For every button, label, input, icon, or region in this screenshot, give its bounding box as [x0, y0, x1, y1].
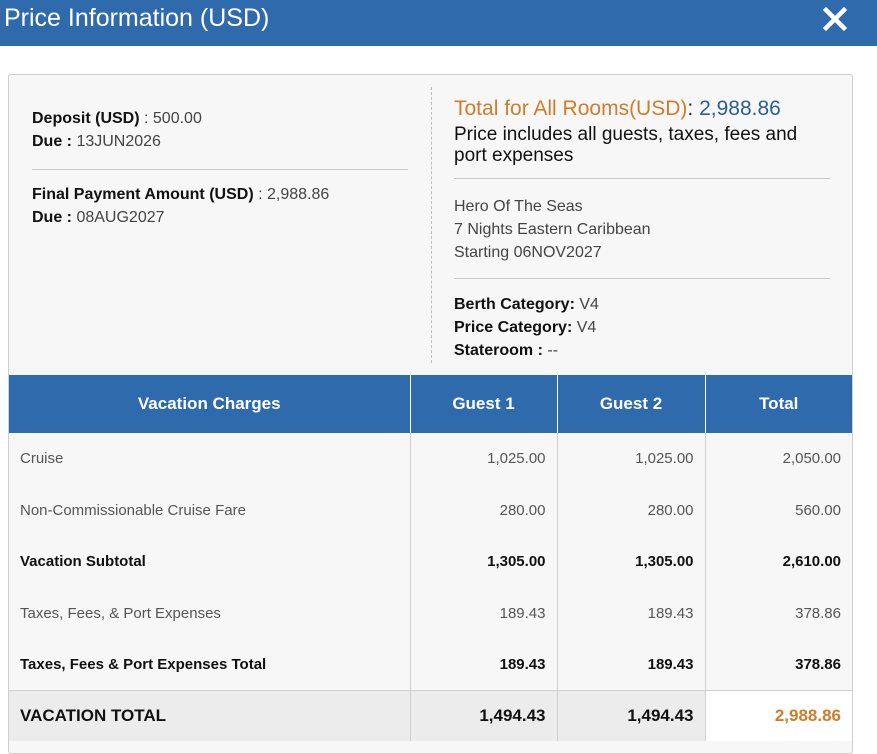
deposit-value: : 500.00	[144, 110, 202, 127]
close-button[interactable]	[818, 2, 852, 36]
row-total: 2,050.00	[705, 433, 852, 485]
final-payment-label: Final Payment Amount (USD)	[32, 186, 254, 203]
price-category: Price Category: V4	[454, 316, 830, 339]
stateroom-value: --	[547, 342, 559, 359]
table-header-row: Vacation Charges Guest 1 Guest 2 Total	[9, 375, 852, 433]
guest-1-amount: 189.43	[410, 587, 558, 639]
column-header-total: Total	[705, 375, 852, 433]
guest-2-total: 1,494.43	[557, 690, 706, 741]
table-row: Taxes, Fees & Port Expenses Total 189.43…	[9, 639, 852, 691]
total-all-rooms-value: 2,988.86	[699, 97, 781, 120]
stateroom: Stateroom : --	[454, 339, 830, 362]
guest-2-amount: 1,305.00	[557, 536, 706, 588]
total-colon: :	[687, 97, 694, 120]
ship-name: Hero Of The Seas	[454, 198, 583, 215]
guest-1-amount: 280.00	[410, 484, 558, 536]
vacation-total-row: VACATION TOTAL 1,494.43 1,494.43 2,988.8…	[9, 690, 852, 741]
table-row: Cruise 1,025.00 1,025.00 2,050.00	[9, 433, 852, 485]
guest-1-amount: 1,305.00	[410, 536, 558, 588]
row-total: 378.86	[705, 587, 852, 639]
table-row: Taxes, Fees, & Port Expenses 189.43 189.…	[9, 587, 852, 639]
payment-schedule: Deposit (USD) : 500.00 Due : 13JUN2026 F…	[32, 107, 408, 229]
divider	[454, 278, 830, 279]
berth-category: Berth Category: V4	[454, 293, 830, 316]
final-due-line: Due : 08AUG2027	[32, 206, 408, 229]
table-row: Non-Commissionable Cruise Fare 280.00 28…	[9, 484, 852, 536]
row-label: Taxes, Fees, & Port Expenses	[9, 587, 411, 639]
divider	[454, 178, 830, 179]
deposit-line: Deposit (USD) : 500.00	[32, 107, 408, 130]
guest-2-amount: 1,025.00	[557, 433, 706, 485]
stateroom-label: Stateroom :	[454, 342, 543, 359]
price-category-value: V4	[576, 319, 597, 336]
close-icon	[822, 6, 848, 32]
final-due-label: Due :	[32, 209, 72, 226]
row-total: 2,610.00	[705, 536, 852, 588]
berth-category-value: V4	[579, 296, 599, 313]
final-payment-line: Final Payment Amount (USD) : 2,988.86	[32, 183, 408, 206]
vacation-total-label: VACATION TOTAL	[9, 690, 411, 741]
row-label: Taxes, Fees & Port Expenses Total	[9, 639, 411, 691]
row-label: Cruise	[9, 433, 411, 485]
deposit-due-value: 13JUN2026	[76, 133, 161, 150]
guest-2-amount: 189.43	[557, 587, 706, 639]
price-includes-note: Price includes all guests, taxes, fees a…	[454, 124, 798, 166]
final-payment-value: : 2,988.86	[258, 186, 330, 203]
dialog-header: Price Information (USD)	[0, 0, 877, 46]
guest-1-total: 1,494.43	[410, 690, 558, 741]
final-due-value: 08AUG2027	[76, 209, 165, 226]
price-category-label: Price Category:	[454, 319, 573, 336]
berth-category-label: Berth Category:	[454, 296, 575, 313]
guest-1-amount: 1,025.00	[410, 433, 558, 485]
column-header-guest-1: Guest 1	[410, 375, 558, 433]
guest-2-amount: 280.00	[557, 484, 706, 536]
total-all-rooms-label: Total for All Rooms(USD)	[454, 97, 688, 120]
divider	[32, 169, 408, 170]
price-panel: Deposit (USD) : 500.00 Due : 13JUN2026 F…	[8, 74, 853, 754]
sail-date: Starting 06NOV2027	[454, 244, 602, 261]
row-total: 560.00	[705, 484, 852, 536]
vacation-charges-table: Vacation Charges Guest 1 Guest 2 Total C…	[9, 375, 852, 741]
row-label: Non-Commissionable Cruise Fare	[9, 484, 411, 536]
itinerary: 7 Nights Eastern Caribbean	[454, 221, 651, 238]
guest-1-amount: 189.43	[410, 639, 558, 691]
row-label: Vacation Subtotal	[9, 536, 411, 588]
deposit-label: Deposit (USD)	[32, 110, 140, 127]
row-total: 378.86	[705, 639, 852, 691]
column-header-guest-2: Guest 2	[557, 375, 706, 433]
guest-2-amount: 189.43	[557, 639, 706, 691]
table-row: Vacation Subtotal 1,305.00 1,305.00 2,61…	[9, 536, 852, 588]
column-header-charges: Vacation Charges	[9, 375, 411, 433]
deposit-due-line: Due : 13JUN2026	[32, 130, 408, 153]
booking-summary: Total for All Rooms(USD): 2,988.86 Price…	[454, 95, 830, 362]
deposit-due-label: Due :	[32, 133, 72, 150]
vacation-grand-total: 2,988.86	[705, 690, 852, 741]
total-all-rooms: Total for All Rooms(USD): 2,988.86	[454, 95, 830, 123]
dialog-title: Price Information (USD)	[4, 4, 270, 32]
vertical-divider	[431, 87, 432, 363]
